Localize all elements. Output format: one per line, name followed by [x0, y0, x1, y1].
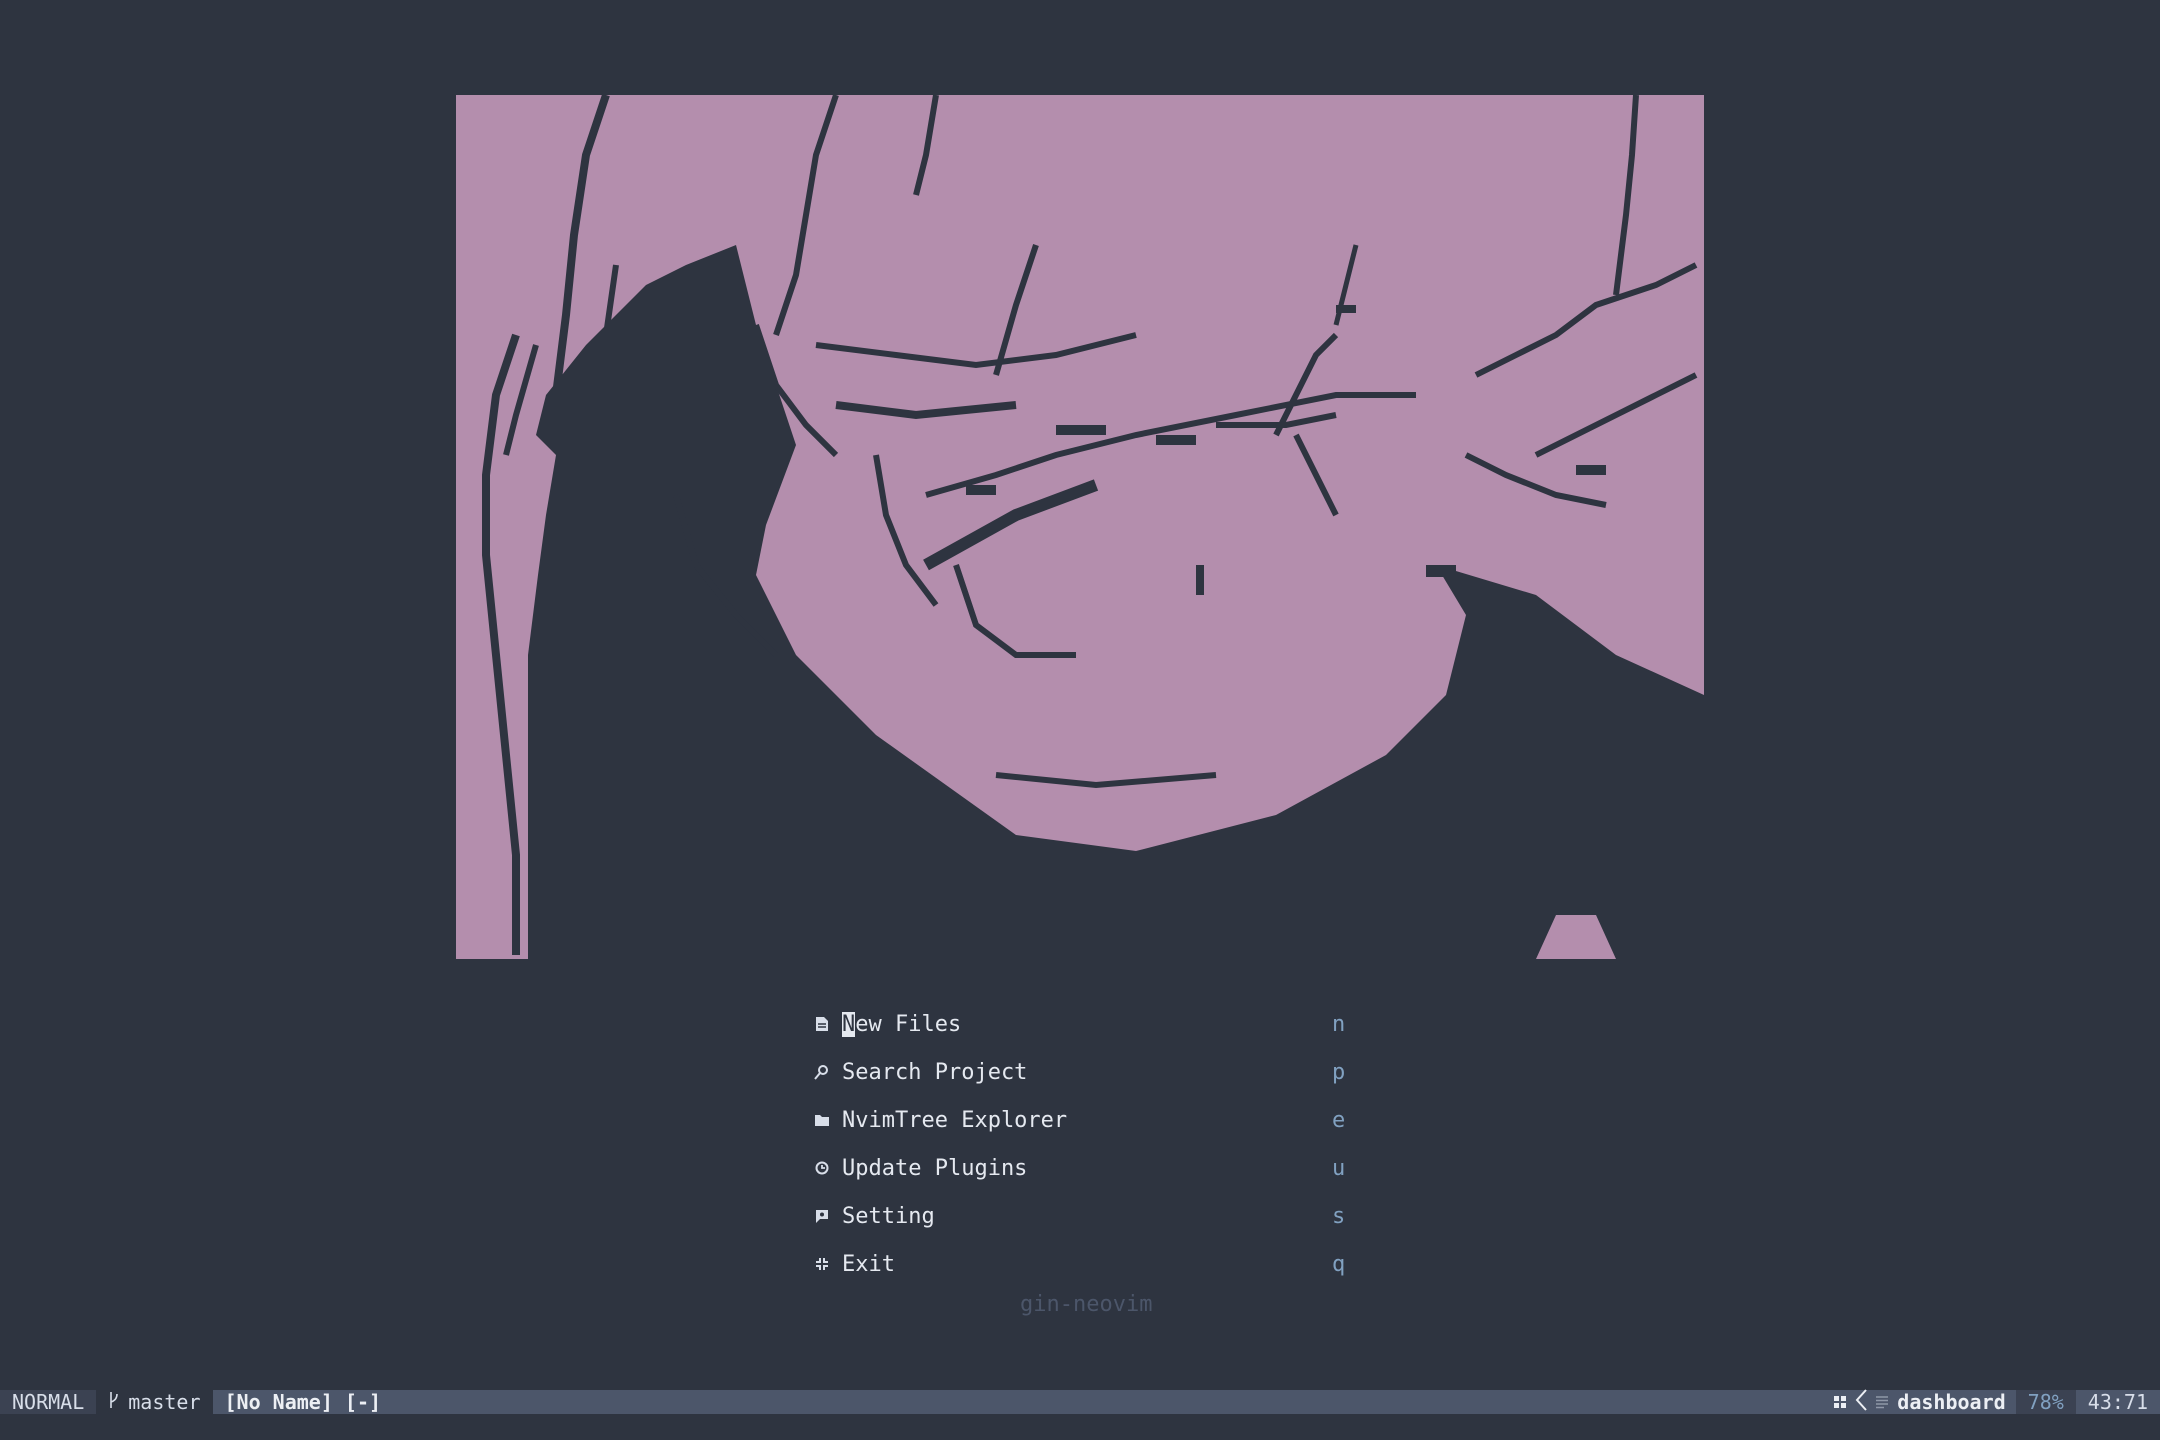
- mode-indicator: NORMAL: [0, 1390, 97, 1414]
- filetype-label: dashboard: [1897, 1390, 2006, 1414]
- filetype-indicator: dashboard: [1823, 1388, 2015, 1416]
- refresh-icon: [810, 1156, 834, 1180]
- cursor-position: 43:71: [2075, 1390, 2160, 1414]
- menu-item-label: NvimTree Explorer: [842, 1107, 1068, 1133]
- statusline-right: dashboard 78% 43:71: [1823, 1388, 2160, 1416]
- menu-item-label: Exit: [842, 1251, 895, 1277]
- menu-item-label: Search Project: [842, 1059, 1028, 1085]
- shortcut-key: q: [1332, 1251, 1346, 1277]
- shortcut-key: n: [1332, 1011, 1346, 1037]
- separator-icon: [1855, 1388, 1868, 1416]
- menu-item-label: Update Plugins: [842, 1155, 1028, 1181]
- menu-item-label: New Files: [842, 1011, 962, 1037]
- menu-item-label: Setting: [842, 1203, 935, 1229]
- git-branch-name: master: [128, 1390, 201, 1414]
- neovim-window: New Files n Search Project p NvimTree Ex…: [0, 0, 2160, 1440]
- settings-icon: [810, 1204, 834, 1228]
- shortcut-key: u: [1332, 1155, 1346, 1181]
- menu-item-setting[interactable]: Setting s: [810, 1192, 1370, 1240]
- git-branch-icon: [108, 1390, 120, 1414]
- command-line[interactable]: [0, 1414, 2160, 1440]
- lines-icon: [1875, 1390, 1889, 1414]
- header-art-image: [482, 95, 1704, 959]
- dashboard-header-art: [456, 95, 1704, 959]
- scroll-percent: 78%: [2015, 1390, 2076, 1414]
- menu-item-search-project[interactable]: Search Project p: [810, 1048, 1370, 1096]
- folder-icon: [810, 1108, 834, 1132]
- exit-icon: [810, 1252, 834, 1276]
- menu-item-new-files[interactable]: New Files n: [810, 1000, 1370, 1048]
- menu-item-exit[interactable]: Exit q: [810, 1240, 1370, 1288]
- menu-item-nvimtree-explorer[interactable]: NvimTree Explorer e: [810, 1096, 1370, 1144]
- shortcut-key: e: [1332, 1107, 1346, 1133]
- file-icon: [810, 1012, 834, 1036]
- windows-icon: [1833, 1390, 1847, 1414]
- text-cursor: N: [842, 1011, 856, 1037]
- search-icon: [810, 1060, 834, 1084]
- git-branch: master: [96, 1390, 213, 1414]
- dashboard-footer: gin-neovim: [1020, 1292, 1153, 1317]
- file-name: [No Name] [-]: [224, 1390, 382, 1414]
- menu-item-update-plugins[interactable]: Update Plugins u: [810, 1144, 1370, 1192]
- statusline: NORMAL master [No Name] [-] dashboard 78…: [0, 1388, 2160, 1416]
- shortcut-key: s: [1332, 1203, 1346, 1229]
- shortcut-key: p: [1332, 1059, 1346, 1085]
- dashboard-menu: New Files n Search Project p NvimTree Ex…: [810, 1000, 1370, 1288]
